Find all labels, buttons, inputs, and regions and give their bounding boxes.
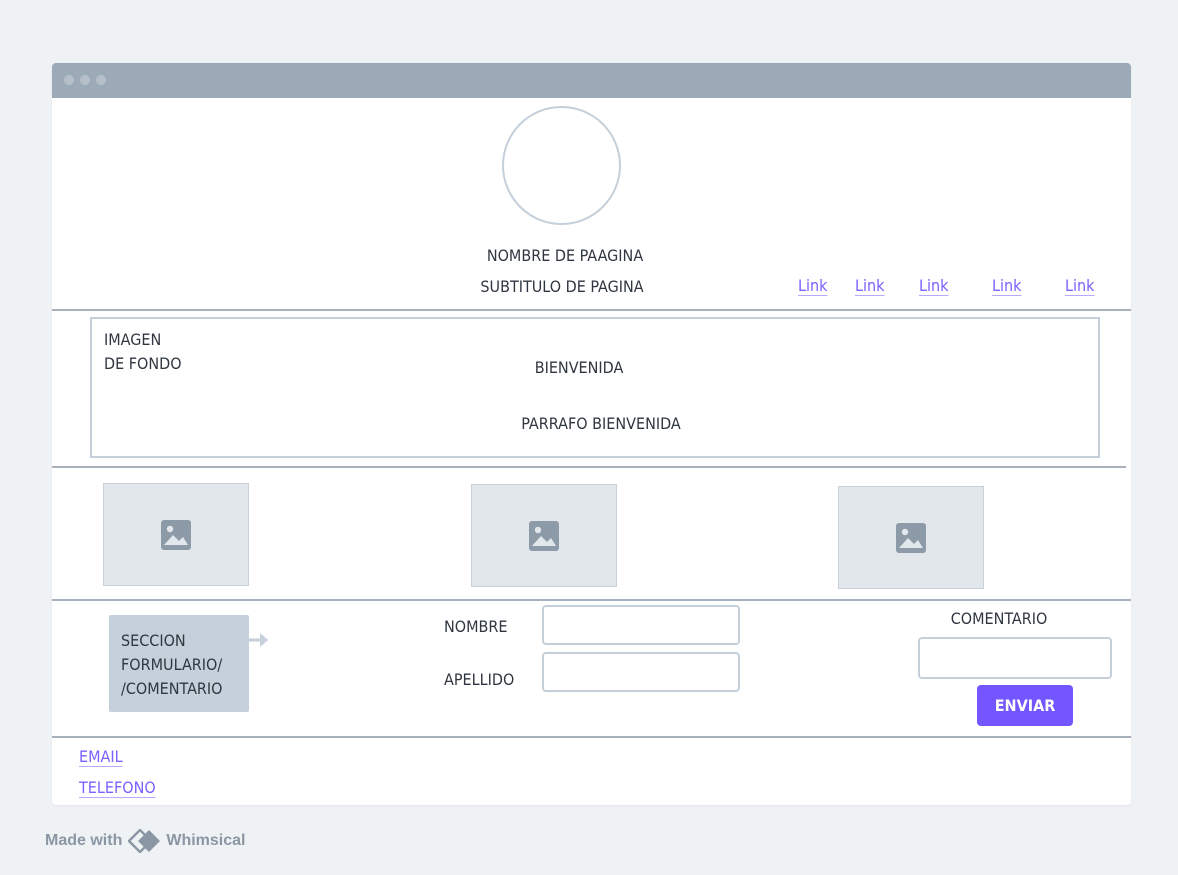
section-note-line: SECCION bbox=[121, 631, 186, 650]
comentario-label: COMENTARIO bbox=[950, 609, 1048, 628]
window-dot-icon bbox=[64, 75, 74, 85]
image-icon bbox=[529, 521, 559, 551]
gallery-image-1 bbox=[103, 483, 249, 586]
apellido-input[interactable] bbox=[542, 652, 740, 692]
gallery-image-2 bbox=[471, 484, 617, 587]
form-divider bbox=[52, 736, 1131, 738]
window-dot-icon bbox=[80, 75, 90, 85]
nav-link-2[interactable]: Link bbox=[855, 276, 884, 295]
nav-link-4[interactable]: Link bbox=[992, 276, 1021, 295]
hero-background-image bbox=[90, 317, 1100, 458]
section-note-line: /COMENTARIO bbox=[121, 679, 223, 698]
nombre-label: NOMBRE bbox=[444, 617, 508, 636]
submit-button[interactable]: ENVIAR bbox=[977, 685, 1073, 726]
nav-link-5[interactable]: Link bbox=[1065, 276, 1094, 295]
apellido-label: APELLIDO bbox=[444, 670, 515, 689]
section-note-line: FORMULARIO/ bbox=[121, 655, 223, 674]
footer-phone-link[interactable]: TELEFONO bbox=[79, 778, 156, 797]
browser-titlebar bbox=[52, 63, 1131, 98]
whimsical-brand-text: Whimsical bbox=[166, 832, 246, 849]
hero-divider bbox=[52, 466, 1126, 468]
page-subtitle: SUBTITULO DE PAGINA bbox=[480, 277, 644, 296]
made-with-text: Made with bbox=[45, 832, 123, 849]
footer-email-link[interactable]: EMAIL bbox=[79, 747, 123, 766]
section-note: SECCION FORMULARIO/ /COMENTARIO bbox=[109, 615, 249, 712]
image-icon bbox=[896, 523, 926, 553]
hero-background-label-line1: IMAGEN bbox=[104, 330, 162, 349]
browser-window: NOMBRE DE PAAGINA SUBTITULO DE PAGINA Li… bbox=[52, 63, 1131, 805]
arrow-right-icon bbox=[248, 633, 268, 647]
gallery-divider bbox=[52, 599, 1131, 601]
made-with-badge[interactable]: Made with Whimsical bbox=[45, 829, 245, 853]
logo-placeholder bbox=[502, 106, 621, 225]
hero-title: BIENVENIDA bbox=[534, 358, 624, 377]
hero-paragraph: PARRAFO BIENVENIDA bbox=[521, 414, 681, 433]
nav-link-1[interactable]: Link bbox=[798, 276, 827, 295]
page-title: NOMBRE DE PAAGINA bbox=[486, 246, 644, 265]
hero-background-label: IMAGEN DE FONDO bbox=[104, 328, 182, 376]
gallery-image-3 bbox=[838, 486, 984, 589]
nav-link-3[interactable]: Link bbox=[919, 276, 948, 295]
comentario-input[interactable] bbox=[918, 637, 1112, 679]
window-dot-icon bbox=[96, 75, 106, 85]
nombre-input[interactable] bbox=[542, 605, 740, 645]
whimsical-logo-icon bbox=[128, 829, 161, 853]
image-icon bbox=[161, 520, 191, 550]
hero-background-label-line2: DE FONDO bbox=[104, 354, 182, 373]
header-divider bbox=[52, 309, 1131, 311]
